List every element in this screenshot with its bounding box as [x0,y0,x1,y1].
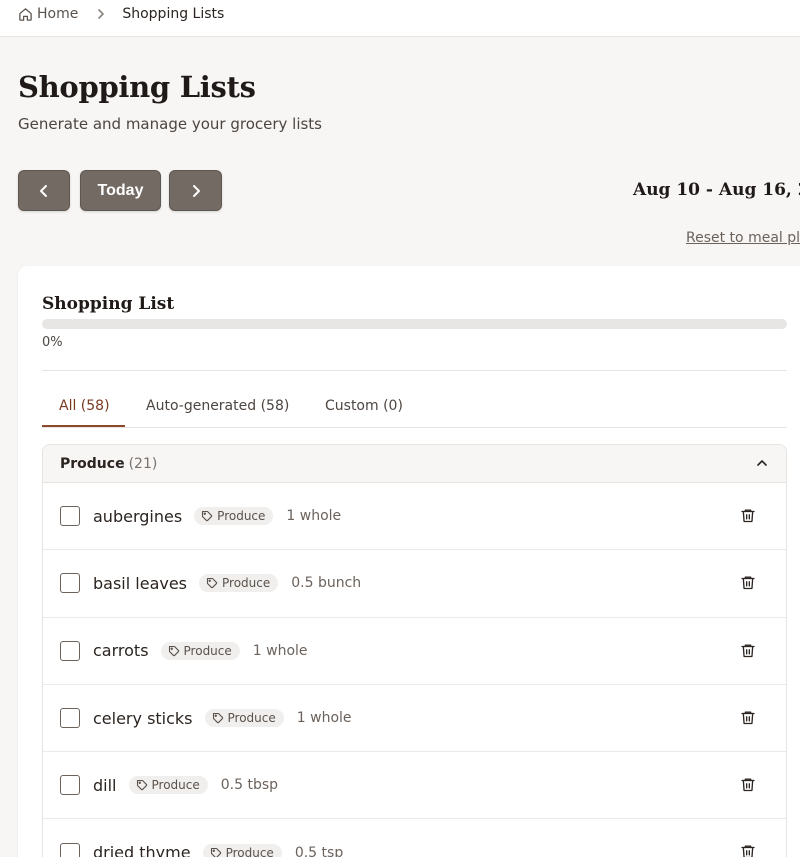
item-quantity: 0.5 bunch [291,575,362,592]
item-name: dried thyme [93,843,191,857]
item-name: basil leaves [93,573,188,593]
item-name: aubergines [93,506,183,526]
breadcrumb: Home Shopping Lists [18,4,224,24]
trash-icon[interactable] [740,843,756,857]
previous-week-button[interactable] [18,170,70,211]
divider [42,370,787,371]
category-tag: Produce [128,776,208,795]
top-bar: Home Shopping Lists [0,0,800,37]
trash-icon[interactable] [740,642,756,659]
active-tab-indicator [42,425,125,427]
shopping-list-title: Shopping List [42,294,175,314]
item-checkbox[interactable] [60,573,80,594]
next-week-button[interactable] [169,170,222,211]
list-item: carrots Produce 1 whole [43,618,786,685]
home-icon [19,7,32,21]
tag-icon [202,511,213,522]
list-item: dill Produce 0.5 tbsp [43,752,786,820]
tab-auto-generated[interactable]: Auto-generated (58) [146,398,289,414]
section-count: (21) [128,455,158,472]
category-tag-label: Produce [183,643,232,658]
today-button[interactable]: Today [80,170,161,211]
item-checkbox[interactable] [60,506,80,527]
breadcrumb-home-label: Home [37,6,79,22]
category-tag: Produce [194,507,274,526]
week-range-label: Aug 10 - Aug 16, 2025 [633,180,800,200]
tag-icon [136,780,147,791]
list-item: dried thyme Produce 0.5 tsp [43,819,786,857]
list-item: celery sticks Produce 1 whole [43,685,786,753]
list-item: aubergines Produce 1 whole [43,483,786,551]
item-checkbox[interactable] [60,708,80,729]
chevron-left-icon [40,184,47,197]
item-quantity: 0.5 tbsp [220,777,279,794]
item-quantity: 1 whole [252,642,308,659]
page-subtitle: Generate and manage your grocery lists [18,115,322,133]
category-tag: Produce [204,709,284,728]
progress-bar [42,319,787,329]
category-tag-label: Produce [222,576,271,591]
tag-icon [210,847,221,857]
item-quantity: 1 whole [286,508,342,525]
item-name: dill [93,775,117,795]
tab-custom[interactable]: Custom (0) [325,398,403,414]
list-item: basil leaves Produce 0.5 bunch [43,550,786,618]
breadcrumb-current: Shopping Lists [122,6,225,22]
produce-section: Produce (21) aubergines Produce 1 whole … [42,444,787,857]
chevron-right-icon [96,8,106,20]
item-quantity: 0.5 tsp [294,844,344,857]
tag-icon [212,712,223,724]
item-list: aubergines Produce 1 whole basil leaves … [43,483,786,857]
item-name: celery sticks [93,708,193,728]
category-tag-label: Produce [151,778,200,793]
trash-icon[interactable] [740,709,756,726]
reset-to-meal-plan-link[interactable]: Reset to meal plan [686,230,800,246]
chevron-up-icon[interactable] [756,458,768,468]
produce-section-header[interactable]: Produce (21) [43,445,786,483]
page-title: Shopping Lists [18,70,256,104]
section-name: Produce [60,455,125,472]
tag-icon [206,578,218,589]
progress-percent-label: 0% [42,335,63,350]
category-tag-label: Produce [217,509,266,524]
item-name: carrots [93,641,149,661]
category-tag: Produce [202,843,282,857]
item-checkbox[interactable] [60,842,80,857]
category-tag-label: Produce [227,711,276,726]
category-tag-label: Produce [225,845,274,857]
item-quantity: 1 whole [296,710,352,727]
chevron-right-icon [192,184,200,197]
trash-icon[interactable] [740,574,756,591]
category-tag: Produce [160,641,240,660]
tab-all[interactable]: All (58) [59,398,110,414]
item-checkbox[interactable] [60,775,80,796]
item-checkbox[interactable] [60,640,80,661]
category-tag: Produce [199,574,279,593]
breadcrumb-home-link[interactable]: Home [18,6,78,22]
filter-tabs: All (58) Auto-generated (58) Custom (0) [42,388,787,428]
trash-icon[interactable] [740,776,756,793]
trash-icon[interactable] [740,507,756,524]
shopping-list-card: Shopping List 0% All (58) Auto-generated… [18,266,800,857]
tag-icon [168,645,179,656]
